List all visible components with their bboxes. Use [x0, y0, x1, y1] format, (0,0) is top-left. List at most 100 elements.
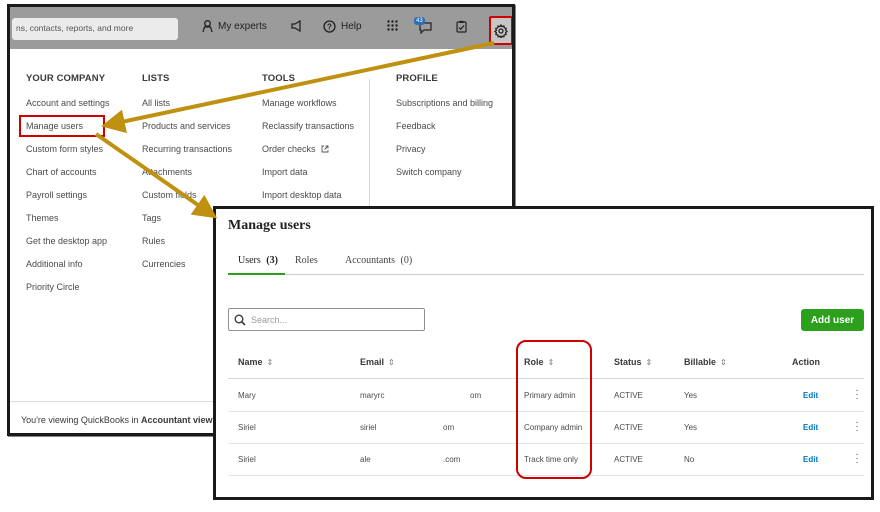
help-label: Help	[341, 21, 362, 32]
tab-count: (0)	[400, 255, 413, 266]
manage-users-highlight	[19, 115, 105, 137]
tab-label: Accountants	[345, 255, 395, 266]
svg-text:?: ?	[327, 23, 332, 32]
edit-user-link[interactable]: Edit	[803, 423, 818, 432]
tab-roles[interactable]: Roles	[295, 255, 318, 266]
column-label: Email	[360, 357, 385, 367]
cell-billable: Yes	[684, 423, 698, 432]
sort-icon: ⇕	[645, 358, 653, 367]
menu-column-tools: TOOLS Manage workflows Reclassify transa…	[262, 73, 354, 213]
menu-item-all-lists[interactable]: All lists	[142, 98, 232, 121]
cell-status: ACTIVE	[614, 391, 643, 400]
edit-user-link[interactable]: Edit	[803, 455, 818, 464]
cell-email: siriel	[360, 423, 377, 432]
menu-item-order-checks[interactable]: Order checks	[262, 144, 354, 167]
column-header-name[interactable]: Name ⇕	[238, 357, 273, 367]
menu-item-feedback[interactable]: Feedback	[396, 121, 493, 144]
cell-email: ale	[360, 455, 371, 464]
global-search-input[interactable]: ns, contacts, reports, and more	[12, 18, 178, 40]
tab-label: Roles	[295, 255, 318, 266]
column-label: Status	[614, 357, 642, 367]
more-options-icon[interactable]: · · ·	[855, 386, 859, 404]
menu-item-attachments[interactable]: Attachments	[142, 167, 232, 190]
menu-item-privacy[interactable]: Privacy	[396, 144, 493, 167]
megaphone-icon	[291, 20, 301, 32]
more-options-icon[interactable]: · · ·	[855, 450, 859, 468]
tab-users[interactable]: Users (3)	[238, 255, 278, 266]
edit-user-link[interactable]: Edit	[803, 391, 818, 400]
menu-column-header: YOUR COMPANY	[26, 73, 106, 84]
add-user-button[interactable]: Add user	[801, 309, 864, 331]
cell-name: Mary	[238, 391, 256, 400]
search-placeholder: Search...	[251, 314, 288, 325]
page-title: Manage users	[228, 218, 311, 233]
menu-item-priority-circle[interactable]: Priority Circle	[26, 282, 110, 305]
my-experts-button[interactable]: My experts	[202, 20, 267, 33]
announcements-button[interactable]	[291, 20, 303, 32]
tab-accountants[interactable]: Accountants (0)	[345, 255, 412, 266]
column-header-billable[interactable]: Billable ⇕	[684, 357, 727, 367]
menu-item-label: Order checks	[262, 144, 316, 154]
help-button[interactable]: ? Help	[323, 20, 362, 33]
sort-icon: ⇕	[388, 358, 395, 367]
search-icon	[234, 314, 246, 326]
menu-item-payroll-settings[interactable]: Payroll settings	[26, 190, 110, 213]
tasks-button[interactable]	[456, 20, 467, 33]
menu-item-themes[interactable]: Themes	[26, 213, 110, 236]
view-mode-footer: You're viewing QuickBooks in Accountant …	[21, 415, 212, 425]
tab-label: Users	[238, 255, 261, 266]
column-header-email[interactable]: Email ⇕	[360, 357, 395, 367]
column-label: Billable	[684, 357, 717, 367]
notification-badge: 43	[414, 17, 425, 25]
settings-gear-button[interactable]	[489, 16, 512, 45]
cell-email-end: .com	[443, 455, 461, 464]
menu-column-header: LISTS	[142, 73, 170, 84]
menu-item-reclassify-transactions[interactable]: Reclassify transactions	[262, 121, 354, 144]
active-tab-indicator	[228, 273, 285, 275]
grid-icon	[387, 20, 398, 31]
menu-item-additional-info[interactable]: Additional info	[26, 259, 110, 282]
more-options-icon[interactable]: · · ·	[855, 418, 859, 436]
apps-grid-button[interactable]	[387, 20, 398, 31]
question-icon: ?	[323, 20, 336, 33]
tab-count: (3)	[266, 255, 278, 266]
manage-users-window: Manage users Users (3) Roles Accountants…	[213, 206, 874, 500]
cell-status: ACTIVE	[614, 423, 643, 432]
top-navigation-bar: ns, contacts, reports, and more My exper…	[10, 7, 512, 49]
menu-item-chart-of-accounts[interactable]: Chart of accounts	[26, 167, 110, 190]
menu-column-profile: PROFILE Subscriptions and billing Feedba…	[368, 73, 493, 219]
menu-column-header: PROFILE	[396, 73, 438, 84]
menu-item-manage-workflows[interactable]: Manage workflows	[262, 98, 354, 121]
cell-email: maryrc	[360, 391, 385, 400]
clipboard-check-icon	[456, 20, 467, 33]
cell-email-end: om	[470, 391, 482, 400]
menu-item-desktop-app[interactable]: Get the desktop app	[26, 236, 110, 259]
sort-icon: ⇕	[266, 358, 274, 367]
person-icon	[202, 20, 213, 33]
cell-billable: Yes	[684, 391, 698, 400]
tab-bar: Users (3) Roles Accountants (0)	[228, 252, 864, 275]
menu-item-products-services[interactable]: Products and services	[142, 121, 232, 144]
cell-billable: No	[684, 455, 695, 464]
column-label: Action	[792, 357, 820, 367]
my-experts-label: My experts	[218, 21, 267, 32]
gear-icon	[494, 23, 508, 38]
footer-text: You're viewing QuickBooks in	[21, 415, 141, 425]
external-link-icon	[321, 145, 329, 153]
menu-item-recurring-transactions[interactable]: Recurring transactions	[142, 144, 232, 167]
cell-name: Siriel	[238, 455, 256, 464]
footer-view-name: Accountant view	[140, 415, 213, 425]
cell-email-end: om	[443, 423, 455, 432]
role-column-highlight	[516, 340, 592, 479]
menu-item-import-data[interactable]: Import data	[262, 167, 354, 190]
column-label: Name	[238, 357, 263, 367]
column-header-action: Action	[792, 357, 820, 367]
user-search-input[interactable]: Search...	[228, 308, 425, 331]
menu-item-switch-company[interactable]: Switch company	[396, 167, 493, 190]
cell-name: Siriel	[238, 423, 256, 432]
menu-item-custom-form-styles[interactable]: Custom form styles	[26, 144, 110, 167]
column-header-status[interactable]: Status ⇕	[614, 357, 652, 367]
menu-column-header: TOOLS	[262, 73, 296, 84]
menu-item-subscriptions[interactable]: Subscriptions and billing	[396, 98, 493, 121]
sort-icon: ⇕	[720, 358, 727, 367]
